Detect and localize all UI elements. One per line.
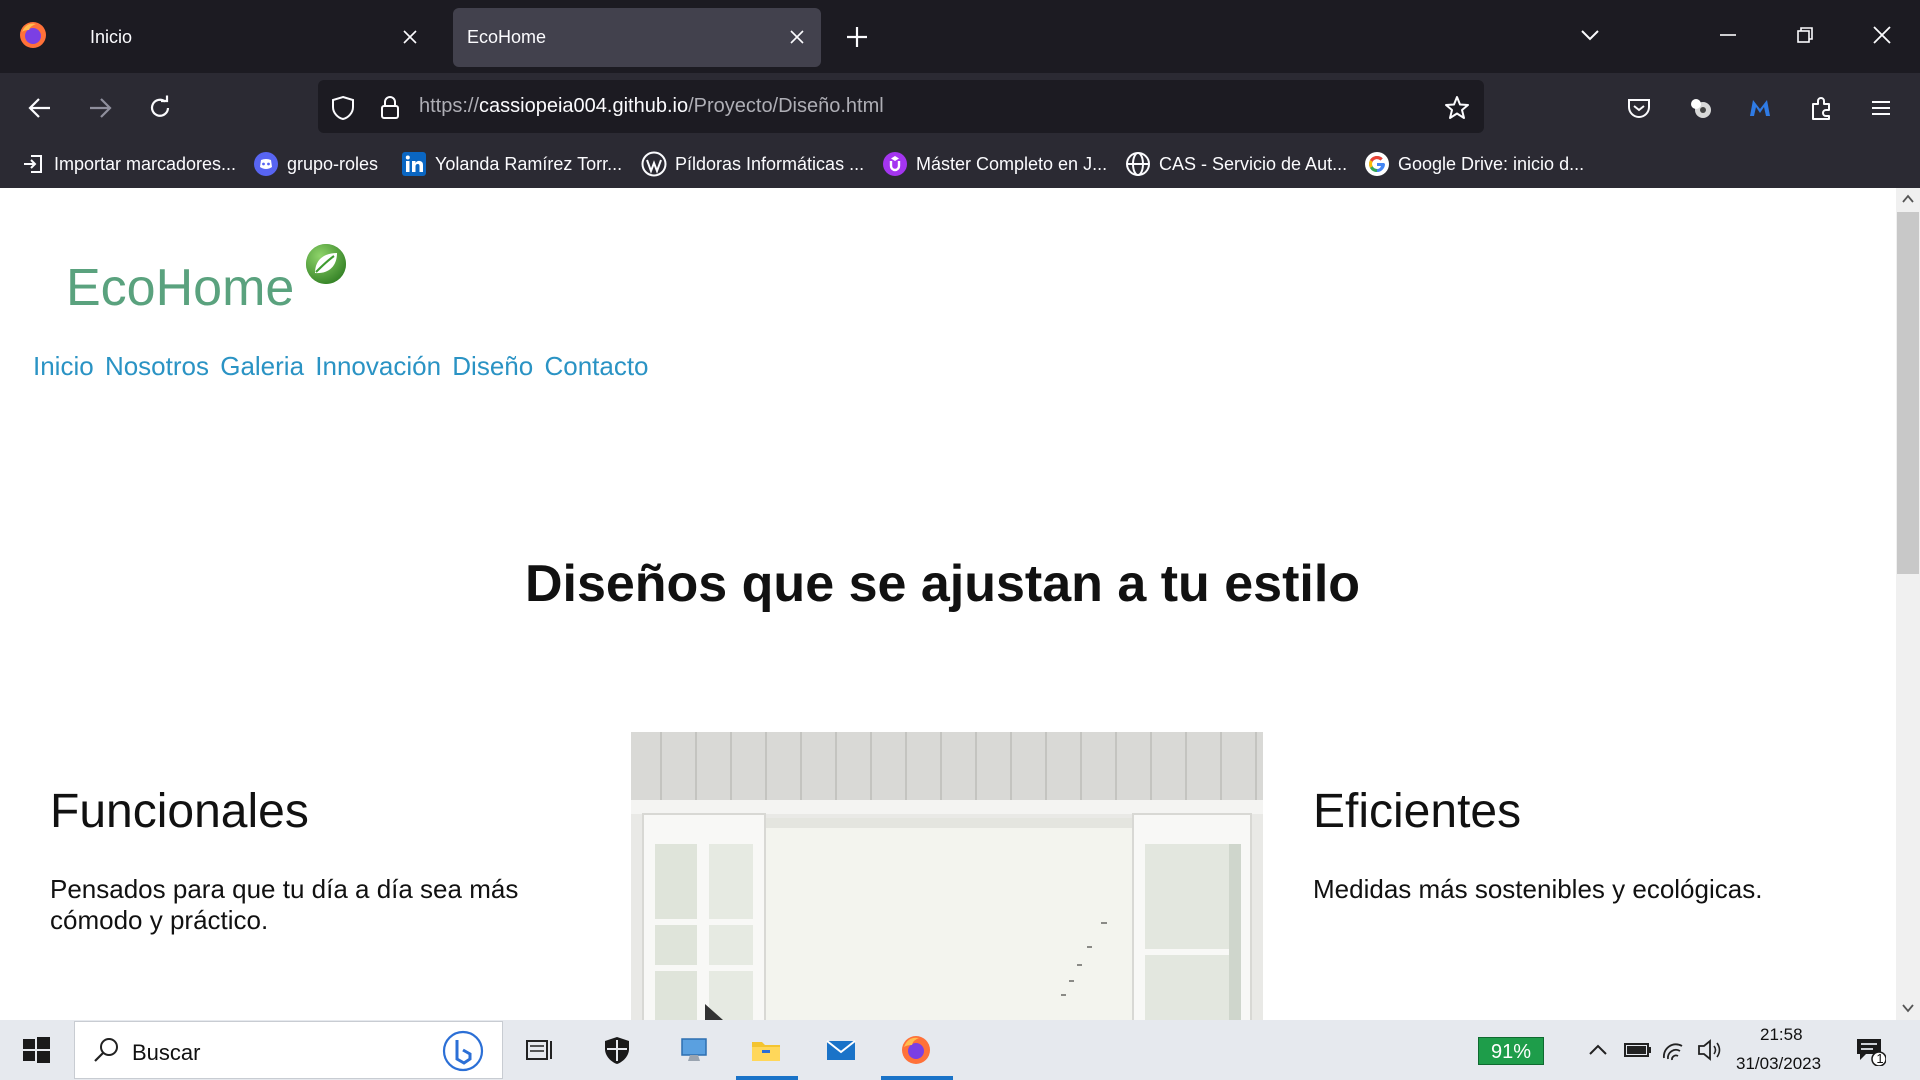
active-app-indicator (736, 1076, 798, 1080)
chevron-up-icon[interactable] (1586, 1034, 1610, 1066)
wordpress-icon (641, 151, 667, 177)
chevron-down-icon[interactable] (1577, 22, 1603, 48)
udemy-icon (882, 151, 908, 177)
discord-icon (253, 151, 279, 177)
mail-icon[interactable] (825, 1034, 857, 1066)
close-icon[interactable] (402, 29, 418, 45)
minimize-icon[interactable] (1715, 22, 1741, 48)
scroll-up-icon[interactable] (1900, 192, 1916, 206)
eficientes-text: Medidas más sostenibles y ecológicas. (1313, 874, 1763, 904)
tab-inicio[interactable]: Inicio (74, 8, 434, 67)
url-text[interactable]: https://cassiopeia004.github.io/Proyecto… (419, 95, 884, 118)
bookmark-label: grupo-roles (287, 153, 379, 174)
bookmark-label: Google Drive: inicio d... (1398, 153, 1585, 174)
bookmark-cas[interactable]: CAS - Servicio de Aut... (1125, 149, 1347, 179)
search-icon (90, 1034, 122, 1066)
bookmark-label: CAS - Servicio de Aut... (1159, 153, 1348, 174)
nav-link-contacto[interactable]: Contacto (544, 351, 648, 381)
active-app-indicator (881, 1076, 953, 1080)
extension-orb-icon[interactable] (1686, 94, 1714, 122)
task-view-icon[interactable] (524, 1034, 556, 1066)
nav-link-inicio[interactable]: Inicio (33, 351, 94, 381)
extensions-puzzle-icon[interactable] (1807, 94, 1835, 122)
bookmark-pildoras[interactable]: Píldoras Informáticas ... (641, 149, 864, 179)
bookmark-master[interactable]: Máster Completo en J... (882, 149, 1107, 179)
import-icon (20, 151, 46, 177)
firefox-icon[interactable] (18, 20, 48, 50)
battery-icon[interactable] (1622, 1034, 1654, 1066)
malwarebytes-icon[interactable] (1746, 94, 1774, 122)
web-page: EcoHome Inicio Nosotros Galeria Innovaci… (0, 188, 1896, 1020)
funcionales-text: Pensados para que tu día a día sea más c… (50, 874, 519, 935)
volume-icon[interactable] (1694, 1034, 1726, 1066)
bookmark-google-drive[interactable]: Google Drive: inicio d... (1364, 149, 1584, 179)
bookmark-linkedin[interactable]: Yolanda Ramírez Torr... (401, 149, 622, 179)
room-interior-image (631, 732, 1263, 1020)
nav-link-galeria[interactable]: Galeria (220, 351, 304, 381)
plus-icon[interactable] (845, 25, 869, 49)
computer-icon[interactable] (678, 1034, 710, 1066)
firefox-taskbar-icon[interactable] (900, 1034, 932, 1066)
eficientes-heading: Eficientes (1313, 785, 1522, 838)
nav-link-nosotros[interactable]: Nosotros (105, 351, 209, 381)
scroll-down-icon[interactable] (1900, 1001, 1916, 1015)
tab-label: EcoHome (467, 27, 547, 47)
google-icon (1364, 151, 1390, 177)
shield-icon[interactable] (329, 94, 357, 122)
close-window-icon[interactable] (1869, 22, 1895, 48)
tab-ecohome[interactable]: EcoHome (453, 8, 821, 67)
url-host: cassiopeia004.github.io (479, 95, 689, 117)
file-explorer-icon[interactable] (750, 1034, 782, 1066)
clock-time[interactable]: 21:58 (1760, 1025, 1803, 1045)
star-icon[interactable] (1443, 94, 1471, 122)
restore-icon[interactable] (1792, 22, 1818, 48)
main-navigation: Inicio Nosotros Galeria Innovación Diseñ… (33, 351, 653, 382)
linkedin-icon (401, 151, 427, 177)
lock-icon[interactable] (376, 94, 404, 122)
wifi-icon[interactable] (1658, 1034, 1690, 1066)
bookmark-label: Píldoras Informáticas ... (675, 153, 865, 174)
notification-count: 1 (1876, 1051, 1884, 1066)
security-shield-icon[interactable] (601, 1034, 633, 1066)
bookmark-grupo-roles[interactable]: grupo-roles (253, 149, 378, 179)
bookmark-label: Yolanda Ramírez Torr... (435, 153, 623, 174)
url-path: /Proyecto/Diseño.html (688, 95, 884, 117)
leaf-icon (304, 242, 348, 286)
battery-percentage-badge[interactable]: 91% (1478, 1037, 1544, 1065)
page-headline: Diseños que se ajustan a tu estilo (524, 555, 1361, 613)
nav-link-diseno[interactable]: Diseño (452, 351, 533, 381)
reload-icon[interactable] (146, 94, 174, 122)
bookmark-import[interactable]: Importar marcadores... (20, 149, 236, 179)
bing-icon[interactable] (442, 1030, 484, 1072)
pocket-icon[interactable] (1625, 94, 1653, 122)
close-icon[interactable] (789, 29, 805, 45)
nav-link-innovacion[interactable]: Innovación (315, 351, 441, 381)
bookmark-label: Máster Completo en J... (916, 153, 1108, 174)
tab-label: Inicio (90, 27, 133, 47)
windows-start-icon[interactable] (20, 1034, 52, 1066)
funcionales-heading: Funcionales (50, 785, 309, 838)
back-arrow-icon[interactable] (26, 94, 54, 122)
scrollbar-thumb[interactable] (1897, 212, 1919, 574)
globe-icon (1125, 151, 1151, 177)
clock-date[interactable]: 31/03/2023 (1736, 1054, 1821, 1074)
forward-arrow-icon[interactable] (86, 94, 114, 122)
menu-icon[interactable] (1867, 94, 1895, 122)
url-scheme: https:// (419, 95, 480, 117)
taskbar-search-placeholder: Buscar (132, 1040, 201, 1065)
brand-logo-text[interactable]: EcoHome (66, 258, 294, 318)
bookmark-label: Importar marcadores... (54, 153, 237, 174)
